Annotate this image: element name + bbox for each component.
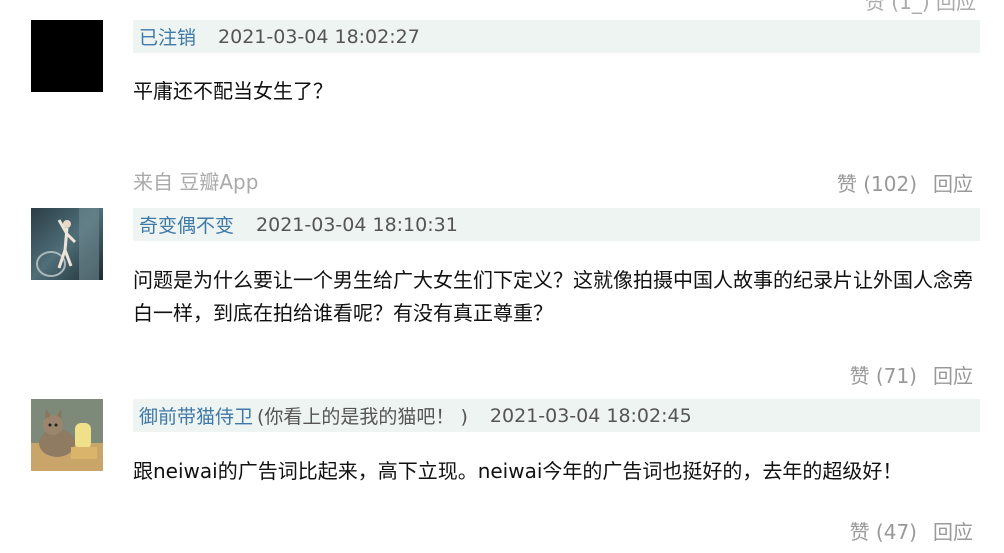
comment-header: 已注销 2021-03-04 18:02:27 — [133, 20, 980, 53]
user-signature: (你看上的是我的猫吧！ ) — [257, 406, 468, 428]
comment-actions: 赞 (102) 回应 — [837, 168, 973, 197]
previous-comment-actions-cut: 赞 (1_) 回应 — [864, 0, 976, 14]
comment-text: 跟neiwai的广告词比起来，高下立现。neiwai今年的广告词也挺好的，去年的… — [133, 459, 903, 483]
like-button[interactable]: 赞 (71) — [850, 360, 917, 389]
cat-photo-icon — [31, 399, 103, 471]
reply-button[interactable]: 回应 — [933, 360, 973, 389]
username-link[interactable]: 御前带猫侍卫 — [139, 402, 253, 429]
comment-actions: 赞 (71) 回应 — [850, 360, 973, 389]
username-link[interactable]: 已注销 — [139, 23, 196, 50]
reply-button[interactable]: 回应 — [933, 168, 973, 197]
like-button[interactable]: 赞 (102) — [837, 168, 917, 197]
timestamp: 2021-03-04 18:02:45 — [489, 404, 692, 427]
like-button[interactable]: 赞 (47) — [850, 516, 917, 545]
username-link[interactable]: 奇变偶不变 — [139, 211, 234, 238]
comment-text: 平庸还不配当女生了？ — [133, 79, 333, 103]
dancer-photo-icon — [31, 208, 103, 280]
comment-header: 御前带猫侍卫 (你看上的是我的猫吧！ ) 2021-03-04 18:02:45 — [133, 399, 980, 432]
reply-button[interactable]: 回应 — [933, 516, 973, 545]
comment-source: 来自 豆瓣App — [133, 170, 259, 194]
timestamp: 2021-03-04 18:02:27 — [218, 25, 420, 48]
comment-text: 问题是为什么要让一个男生给广大女生们下定义？这就像拍摄中国人故事的纪录片让外国人… — [133, 268, 973, 325]
avatar[interactable] — [31, 208, 103, 280]
avatar[interactable] — [31, 399, 103, 471]
comment-actions: 赞 (47) 回应 — [850, 516, 973, 545]
avatar[interactable] — [31, 20, 103, 92]
timestamp: 2021-03-04 18:10:31 — [256, 213, 458, 236]
comment-header: 奇变偶不变 2021-03-04 18:10:31 — [133, 208, 980, 241]
